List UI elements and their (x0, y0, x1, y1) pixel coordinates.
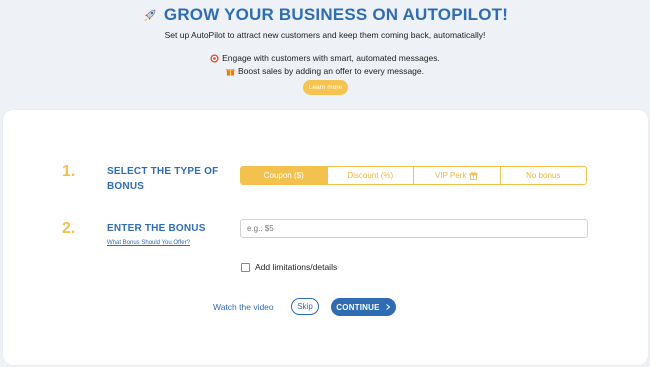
title-text: GROW YOUR BUSINESS ON AUTOPILOT! (163, 5, 509, 24)
bonus-option-discount[interactable]: Discount (%) (328, 167, 414, 184)
hero-bullet: Engage with customers with smart, automa… (0, 53, 650, 63)
bonus-option-coupon[interactable]: Coupon ($) (241, 167, 328, 184)
hero-bullet: Boost sales by adding an offer to every … (0, 66, 650, 76)
step-label: ENTER THE BONUS (107, 223, 206, 234)
bonus-input[interactable] (240, 219, 588, 238)
gift-icon (226, 68, 235, 76)
limitations-label: Add limitations/details (255, 262, 338, 272)
chevron-right-icon (385, 304, 390, 310)
step-label-line: BONUS (107, 181, 145, 192)
option-label: VIP Perk (435, 171, 467, 180)
gift-icon (469, 172, 478, 180)
step-label: SELECT THE TYPE OF BONUS (107, 164, 218, 194)
page-title: GROW YOUR BUSINESS ON AUTOPILOT! (0, 5, 650, 25)
step-label-line: SELECT THE TYPE OF (107, 166, 219, 177)
bonus-option-none[interactable]: No bonus (501, 167, 587, 184)
bullet-text: Boost sales by adding an offer to every … (237, 66, 424, 76)
watch-video-link[interactable]: Watch the video (213, 302, 274, 312)
learn-more-button[interactable]: Learn more (303, 80, 348, 95)
option-label: Coupon ($) (263, 171, 304, 180)
step-number: 2. (62, 220, 76, 237)
bonus-type-selector: Coupon ($) Discount (%) VIP Perk No bonu… (240, 166, 587, 185)
limitations-row[interactable]: Add limitations/details (241, 262, 337, 272)
bullet-text: Engage with customers with smart, automa… (222, 53, 440, 63)
option-label: No bonus (526, 171, 561, 180)
bonus-help-link[interactable]: What Bonus Should You Offer? (107, 240, 190, 246)
continue-label: CONTINUE (336, 302, 380, 312)
target-icon (210, 53, 219, 63)
hero-subtitle: Set up AutoPilot to attract new customer… (164, 30, 486, 40)
option-label: Discount (%) (347, 171, 394, 180)
skip-button[interactable]: Skip (291, 298, 319, 315)
rocket-icon (143, 9, 156, 21)
limitations-checkbox[interactable] (241, 262, 250, 272)
continue-button[interactable]: CONTINUE (331, 298, 396, 316)
bonus-option-vip-perk[interactable]: VIP Perk (414, 167, 501, 184)
step-number: 1. (62, 163, 76, 180)
